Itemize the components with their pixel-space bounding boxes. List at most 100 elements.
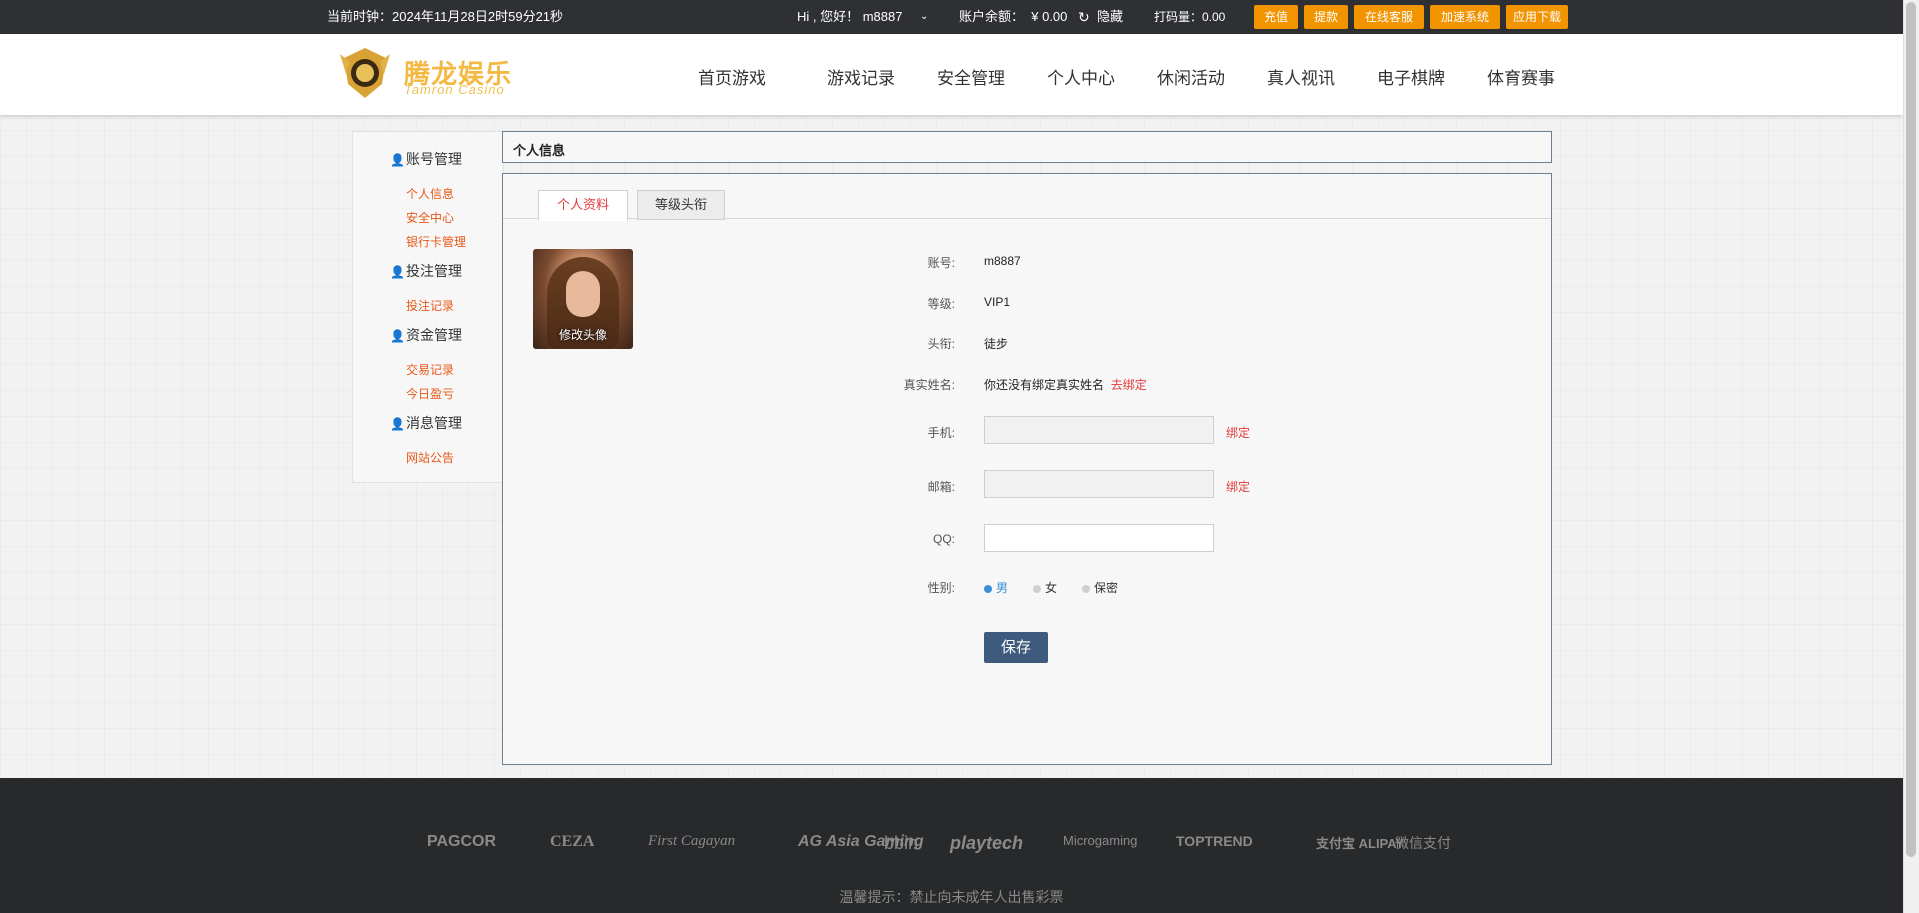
user-greeting[interactable]: Hi , 您好！ m8887 [797,0,902,34]
phone-label: 手机: [927,426,955,440]
sidebar-item-bet-records[interactable]: 投注记录 [406,297,454,314]
panel-title: 个人信息 [513,143,566,158]
avatar-face [566,271,600,317]
balance-label: 账户余额： [959,9,1025,24]
logo-subtitle: Tamron Casino [404,82,505,97]
sidebar-section-betting[interactable]: 👤投注管理 [390,261,462,281]
profile-panel [502,173,1552,765]
gender-radio-female[interactable]: 女 [1033,579,1057,596]
radio-dot [984,584,992,593]
title-label: 头衔: [927,337,955,351]
alipay-logo-text: 支付宝 ALIPAY [1316,836,1405,851]
nav-electronic-chess[interactable]: 电子棋牌 [1377,64,1445,89]
realname-text: 你还没有绑定真实姓名 [984,378,1105,392]
refresh-icon[interactable]: ↻ [1078,0,1090,34]
change-avatar-label[interactable]: 修改头像 [533,326,633,343]
user-icon: 👤 [390,153,405,167]
bet-amount: 打码量：0.00 [1154,10,1226,24]
bind-realname-link[interactable]: 去绑定 [1111,378,1147,392]
phone-input[interactable] [984,416,1214,444]
sidebar-item-transactions[interactable]: 交易记录 [406,361,454,378]
avatar[interactable]: 修改头像 [533,249,633,349]
bind-phone-link[interactable]: 绑定 [1226,424,1250,441]
alipay-logo: 支付宝 ALIPAY [1316,833,1404,852]
account-label: 账号: [927,256,955,270]
accelerate-system-button[interactable]: 加速系统 [1430,5,1500,29]
sidebar-item-personal-info[interactable]: 个人信息 [406,185,454,202]
sidebar-section-title: 投注管理 [406,263,462,279]
gender-option-label: 女 [1045,581,1058,595]
tab-level-title[interactable]: 等级头衔 [637,190,725,220]
nav-game-records[interactable]: 游戏记录 [827,64,895,89]
realname-label: 真实姓名: [903,378,955,392]
sidebar-item-daily-profit[interactable]: 今日盈亏 [406,385,454,402]
nav-leisure-activities[interactable]: 休闲活动 [1157,64,1225,89]
first-cagayan-logo: First Cagayan [648,833,735,850]
user-icon: 👤 [390,265,405,279]
tab-personal-profile[interactable]: 个人资料 [538,190,628,221]
nav-personal-center[interactable]: 个人中心 [1047,64,1115,89]
sidebar-section-title: 消息管理 [406,415,462,431]
realname-value: 你还没有绑定真实姓名 去绑定 [984,376,1147,393]
sidebar-item-security-center[interactable]: 安全中心 [406,209,454,226]
toptrend-logo-text: TOPTREND [1176,833,1253,849]
save-button[interactable]: 保存 [984,632,1048,663]
sidebar-section-messages[interactable]: 👤消息管理 [390,413,462,433]
gender-label: 性别: [927,581,955,595]
playtech-logo-text: playtech [950,833,1024,853]
microgaming-logo-text: Microgaming [1063,833,1138,848]
nav-security[interactable]: 安全管理 [937,64,1005,89]
email-input[interactable] [984,470,1214,498]
toptrend-logo: TOPTREND [1176,833,1253,849]
panel-title-bar: 个人信息 [502,131,1552,163]
bbin-logo-text: bbin [884,833,919,853]
deposit-button[interactable]: 充值 [1254,5,1298,29]
balance-value: ¥ 0.00 [1031,9,1068,24]
dragon-emblem-icon[interactable] [336,44,394,102]
ceza-logo-text: CEZA [550,833,595,850]
sidebar-section-funds[interactable]: 👤资金管理 [390,325,462,345]
account-value: m8887 [984,254,1021,268]
pagcor-logo-text: PAGCOR [427,833,497,850]
nav-home-games[interactable]: 首页游戏 [698,64,766,89]
current-clock: 当前时钟：2024年11月28日2时59分21秒 [327,9,564,24]
wechat-pay-logo-text: 微信支付 [1395,835,1451,851]
level-value: VIP1 [984,295,1011,309]
site-header: 腾龙娱乐 Tamron Casino 首页游戏 游戏记录 安全管理 个人中心 休… [0,34,1903,115]
gender-option-label: 保密 [1094,581,1119,595]
microgaming-logo: Microgaming [1063,833,1137,848]
app-download-button[interactable]: 应用下载 [1506,5,1568,29]
gender-radio-male[interactable]: 男 [984,579,1008,596]
scrollbar-thumb[interactable] [1906,2,1916,857]
nav-sports[interactable]: 体育赛事 [1487,64,1555,89]
sidebar-section-title: 资金管理 [406,327,462,343]
withdraw-button[interactable]: 提款 [1304,5,1348,29]
sidebar-section-account[interactable]: 👤账号管理 [390,149,462,169]
radio-dot [1082,584,1090,593]
top-bar: 当前时钟：2024年11月28日2时59分21秒 Hi , 您好！ m8887 … [0,0,1903,34]
sidebar-section-title: 账号管理 [406,151,462,167]
qq-label: QQ: [932,532,955,546]
qq-input[interactable] [984,524,1214,552]
playtech-logo: playtech [950,833,1023,854]
sidebar-item-announcements[interactable]: 网站公告 [406,449,454,466]
user-icon: 👤 [390,417,405,431]
bind-email-link[interactable]: 绑定 [1226,478,1250,495]
footer-notice: 温馨提示：禁止向未成年人出售彩票 [839,889,1064,905]
chevron-down-icon[interactable]: ⌄ [920,0,928,34]
balance-display: 账户余额： ¥ 0.00 [959,0,1067,34]
bbin-logo: bbin [884,833,918,854]
pagcor-logo: PAGCOR [427,833,496,851]
gender-radio-secret[interactable]: 保密 [1082,579,1118,596]
first-cagayan-logo-text: First Cagayan [648,833,736,849]
gender-option-label: 男 [996,581,1009,595]
ceza-logo: CEZA [550,833,594,851]
level-label: 等级: [927,297,955,311]
title-value: 徒步 [984,337,1009,351]
sidebar-item-bank-cards[interactable]: 银行卡管理 [406,233,466,250]
wechat-pay-logo: 微信支付 [1395,833,1451,853]
email-label: 邮箱: [927,480,955,494]
hide-balance-link[interactable]: 隐藏 [1097,0,1123,34]
nav-live-video[interactable]: 真人视讯 [1267,64,1335,89]
online-service-button[interactable]: 在线客服 [1354,5,1424,29]
